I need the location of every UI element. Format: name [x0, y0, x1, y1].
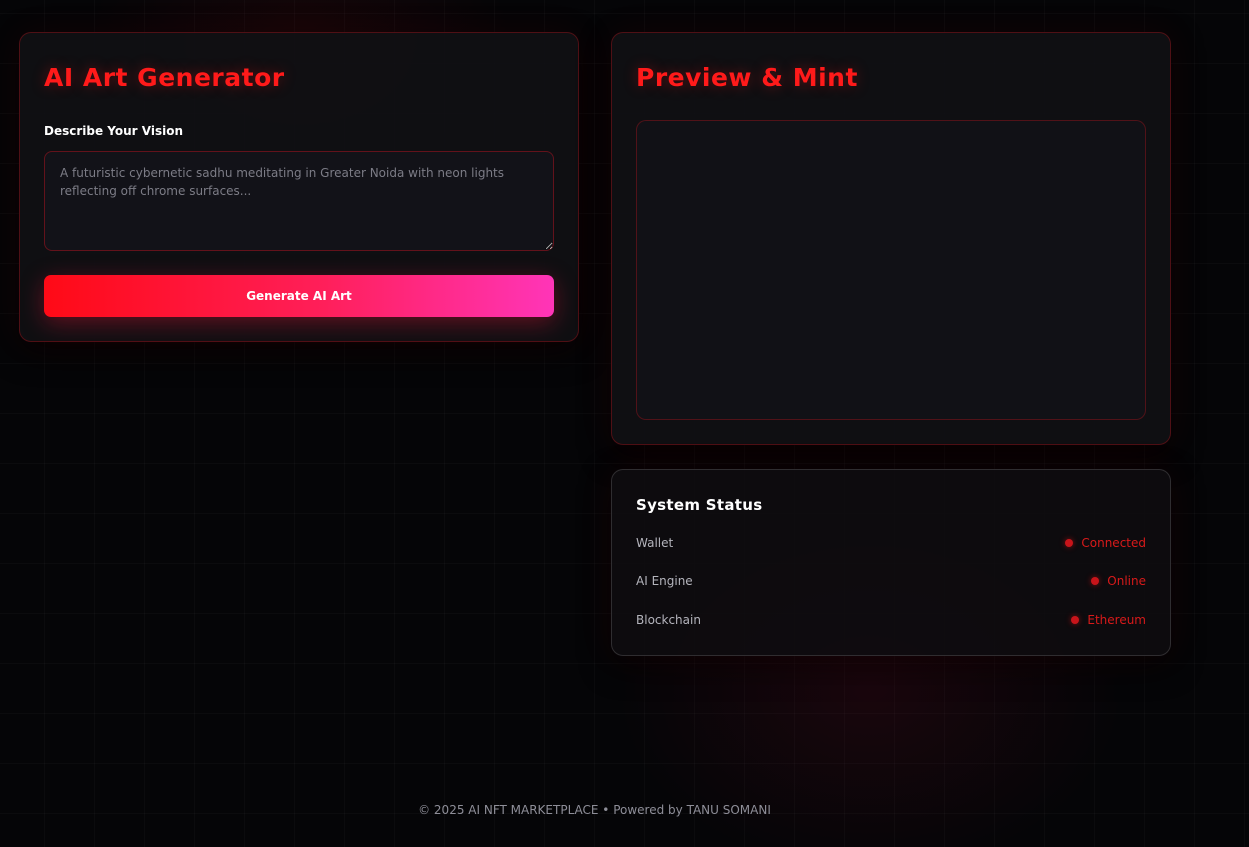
generate-ai-art-button[interactable]: Generate AI Art: [44, 275, 554, 317]
status-row-wallet: Wallet Connected: [636, 533, 1146, 553]
system-status-panel: System Status Wallet Connected AI Engine…: [611, 469, 1171, 656]
status-value: Online: [1091, 574, 1146, 588]
status-dot-icon: [1091, 577, 1100, 585]
status-value-text: Ethereum: [1087, 613, 1146, 627]
preview-panel: Preview & Mint: [611, 32, 1171, 445]
generator-panel: AI Art Generator Describe Your Vision Ge…: [19, 32, 579, 342]
preview-title: Preview & Mint: [636, 63, 858, 92]
preview-image-area: [636, 120, 1146, 420]
status-label: Wallet: [636, 536, 674, 550]
status-dot-icon: [1065, 539, 1074, 547]
status-title: System Status: [636, 496, 763, 514]
footer-text: © 2025 AI NFT MARKETPLACE • Powered by T…: [418, 803, 771, 817]
generator-title: AI Art Generator: [44, 63, 285, 92]
status-dot-icon: [1071, 616, 1080, 624]
status-value: Connected: [1065, 536, 1146, 550]
status-row-blockchain: Blockchain Ethereum: [636, 610, 1146, 630]
status-label: Blockchain: [636, 613, 701, 627]
vision-label: Describe Your Vision: [44, 124, 183, 138]
status-label: AI Engine: [636, 574, 693, 588]
status-value: Ethereum: [1071, 613, 1146, 627]
prompt-textarea[interactable]: [44, 151, 554, 251]
status-row-ai-engine: AI Engine Online: [636, 571, 1146, 591]
status-value-text: Online: [1107, 574, 1146, 588]
status-value-text: Connected: [1081, 536, 1146, 550]
